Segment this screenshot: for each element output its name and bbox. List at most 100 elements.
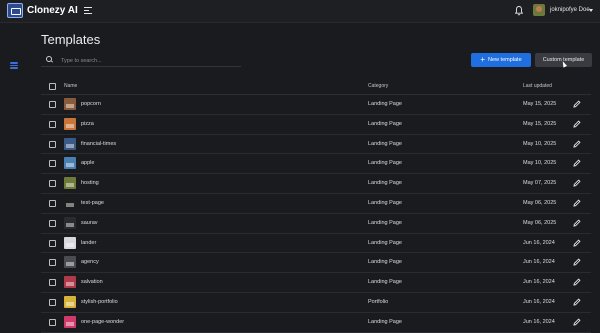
row-checkbox[interactable] <box>49 180 56 188</box>
template-name[interactable]: hosting <box>81 180 99 186</box>
pencil-icon[interactable] <box>573 318 581 326</box>
page-title: Templates <box>41 32 101 47</box>
template-category: Landing Page <box>368 259 402 266</box>
row-checkbox[interactable] <box>49 120 56 128</box>
row-checkbox[interactable] <box>49 101 56 108</box>
top-bar: Clonezy AI joknipofye Doe <box>0 0 600 23</box>
template-updated: May 06, 2025 <box>523 199 557 206</box>
table-row[interactable]: lander Landing Page Jun 16, 2024 <box>41 234 591 254</box>
template-name[interactable]: test-page <box>81 200 104 206</box>
column-header-category[interactable]: Category <box>368 83 388 89</box>
pencil-icon[interactable] <box>573 239 581 247</box>
pencil-icon[interactable] <box>573 140 581 148</box>
search-input[interactable] <box>59 54 233 67</box>
row-checkbox[interactable] <box>49 239 56 247</box>
template-name[interactable]: pizza <box>81 121 94 127</box>
template-name[interactable]: lander <box>81 240 96 246</box>
template-updated: May 15, 2025 <box>523 101 557 107</box>
template-thumbnail <box>64 216 76 229</box>
template-thumbnail <box>64 196 76 209</box>
table-row[interactable]: one-page-wonder Landing Page Jun 16, 2024 <box>41 313 591 333</box>
template-thumbnail <box>64 98 76 110</box>
select-all-checkbox[interactable] <box>49 83 56 90</box>
template-updated: May 06, 2025 <box>523 219 557 226</box>
template-thumbnail <box>64 157 76 170</box>
template-category: Landing Page <box>368 239 402 246</box>
template-name[interactable]: popcorn <box>81 101 101 107</box>
row-checkbox[interactable] <box>49 140 56 148</box>
row-checkbox[interactable] <box>49 199 56 207</box>
template-updated: May 07, 2025 <box>523 180 557 187</box>
table-row[interactable]: agency Landing Page Jun 16, 2024 <box>41 253 591 274</box>
row-checkbox[interactable] <box>49 298 56 306</box>
template-name[interactable]: saurav <box>81 220 98 226</box>
row-checkbox[interactable] <box>49 279 56 287</box>
table-body: popcorn Landing Page May 15, 2025 pizza Land… <box>41 95 591 333</box>
template-category: Landing Page <box>368 180 402 187</box>
row-checkbox[interactable] <box>49 318 56 326</box>
table-row[interactable]: test-page Landing Page May 06, 2025 <box>41 194 591 214</box>
pencil-icon[interactable] <box>573 120 581 128</box>
table-row[interactable]: saurav Landing Page May 06, 2025 <box>41 214 591 234</box>
chevron-down-icon[interactable] <box>589 9 593 12</box>
template-thumbnail <box>64 117 76 130</box>
template-updated: May 10, 2025 <box>523 160 557 167</box>
avatar[interactable] <box>533 4 545 16</box>
template-updated: May 10, 2025 <box>523 140 557 147</box>
template-category: Landing Page <box>368 199 402 206</box>
pencil-icon[interactable] <box>573 159 581 167</box>
table-row[interactable]: apple Landing Page May 10, 2025 <box>41 154 591 175</box>
template-updated: Jun 16, 2024 <box>523 259 555 266</box>
row-checkbox[interactable] <box>49 160 56 168</box>
template-name[interactable]: salvation <box>81 279 103 285</box>
row-checkbox[interactable] <box>49 219 56 227</box>
template-updated: Jun 16, 2024 <box>523 298 555 305</box>
template-category: Landing Page <box>368 120 402 127</box>
template-name[interactable]: financial-times <box>81 141 116 147</box>
pencil-icon[interactable] <box>573 199 581 207</box>
template-updated: Jun 16, 2024 <box>523 239 555 246</box>
pencil-icon[interactable] <box>573 179 581 187</box>
template-thumbnail <box>64 295 76 308</box>
template-updated: Jun 16, 2024 <box>523 279 555 286</box>
table-row[interactable]: pizza Landing Page May 15, 2025 <box>41 115 591 135</box>
new-template-button[interactable]: + New template <box>471 53 531 67</box>
user-name[interactable]: joknipofye Doe <box>550 7 590 13</box>
plus-icon: + <box>480 55 486 64</box>
menu-toggle-icon[interactable] <box>84 7 92 14</box>
column-header-name[interactable]: Name <box>64 83 77 89</box>
template-thumbnail <box>64 177 76 190</box>
search-bar <box>41 53 241 67</box>
table-header: Name Category Last updated <box>41 80 591 95</box>
template-category: Landing Page <box>368 279 402 286</box>
pencil-icon[interactable] <box>573 298 581 306</box>
pencil-icon[interactable] <box>573 278 581 286</box>
template-thumbnail <box>64 137 76 150</box>
pencil-icon[interactable] <box>573 258 581 266</box>
template-name[interactable]: agency <box>81 259 99 265</box>
table-row[interactable]: hosting Landing Page May 07, 2025 <box>41 174 591 194</box>
sidebar <box>0 23 31 324</box>
template-thumbnail <box>64 276 76 289</box>
pencil-icon[interactable] <box>573 100 581 108</box>
table-row[interactable]: popcorn Landing Page May 15, 2025 <box>41 95 591 115</box>
template-name[interactable]: stylish-portfolio <box>81 299 118 305</box>
column-header-updated[interactable]: Last updated <box>523 83 552 89</box>
templates-table: Name Category Last updated popcorn Landin… <box>41 80 591 333</box>
template-category: Landing Page <box>368 160 402 167</box>
template-updated: May 15, 2025 <box>523 120 557 127</box>
new-template-label: New template <box>488 57 522 63</box>
bell-icon[interactable] <box>515 6 523 16</box>
template-category: Portfolio <box>368 298 389 305</box>
template-category: Landing Page <box>368 101 402 107</box>
table-row[interactable]: salvation Landing Page Jun 16, 2024 <box>41 273 591 293</box>
brand-name: Clonezy AI <box>27 5 78 16</box>
template-name[interactable]: apple <box>81 160 94 166</box>
table-row[interactable]: financial-times Landing Page May 10, 2025 <box>41 135 591 155</box>
row-checkbox[interactable] <box>49 259 56 267</box>
table-row[interactable]: stylish-portfolio Portfolio Jun 16, 2024 <box>41 293 591 313</box>
search-icon <box>46 56 52 62</box>
logo-icon <box>7 3 23 18</box>
templates-nav-icon[interactable] <box>10 62 18 69</box>
pencil-icon[interactable] <box>573 219 581 227</box>
